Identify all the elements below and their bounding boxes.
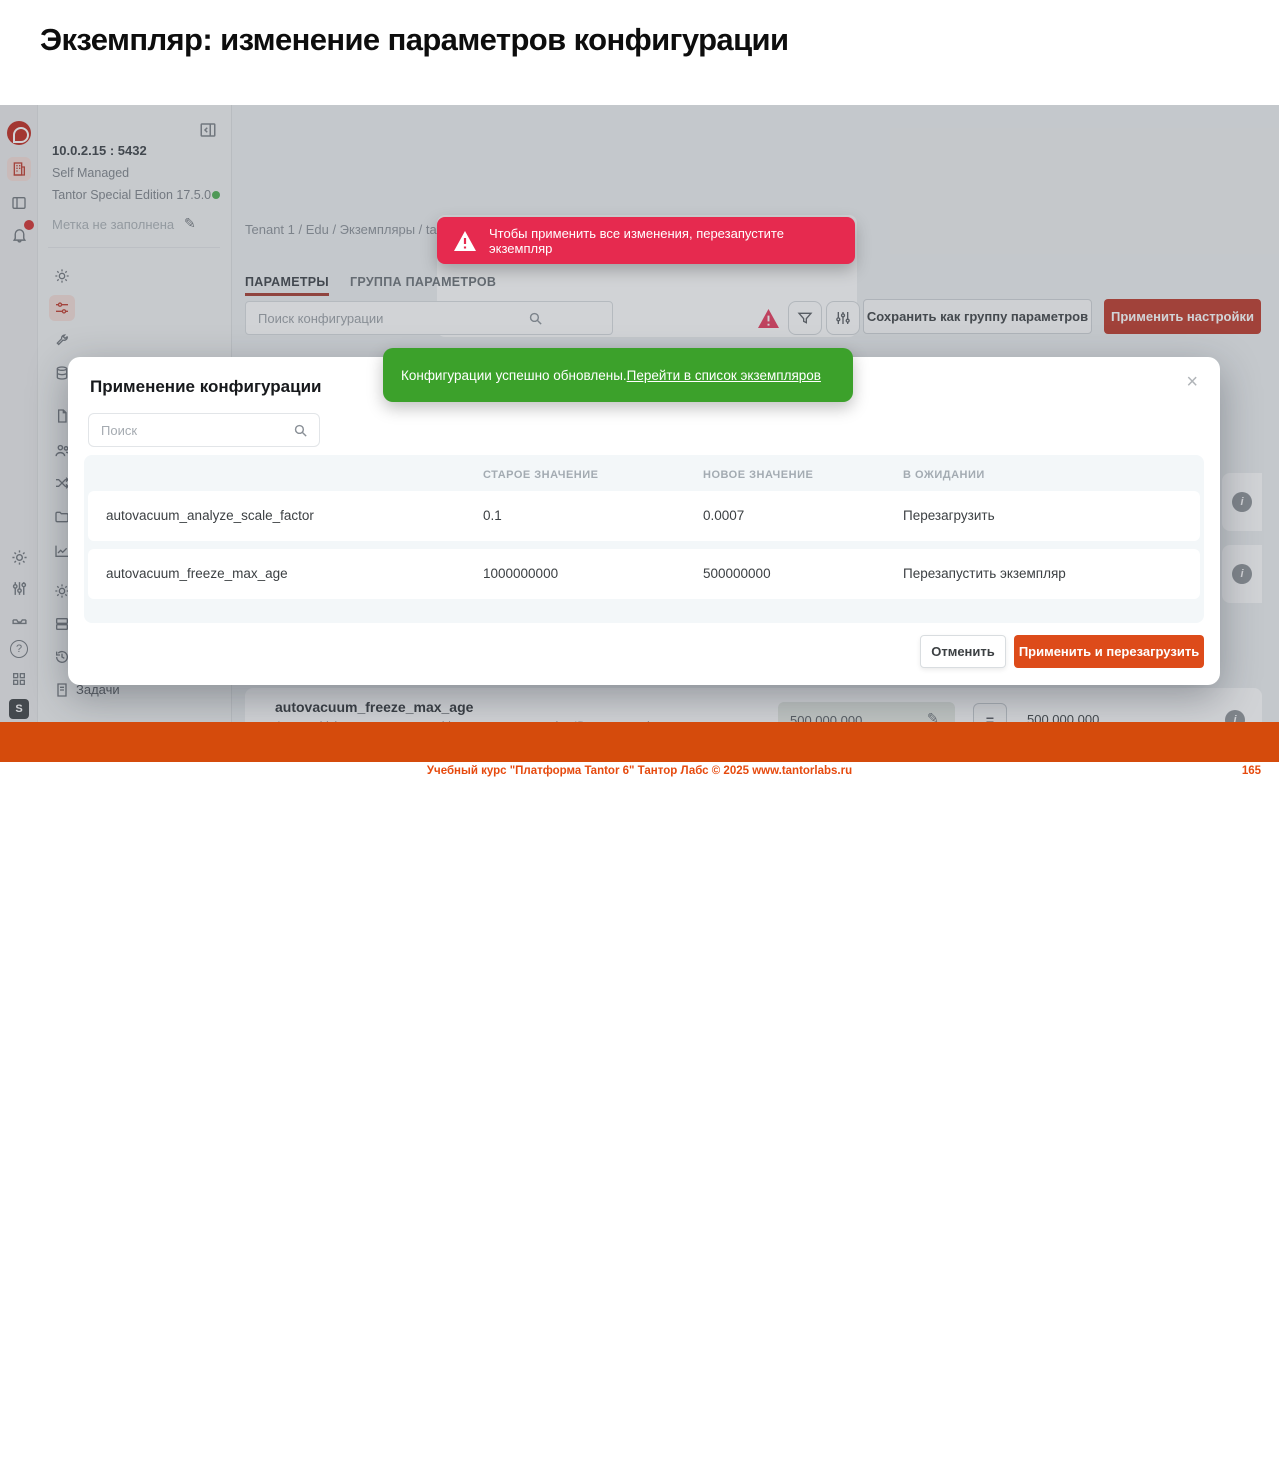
warning-toast: Чтобы применить все изменения, перезапус… — [437, 217, 855, 264]
modal-search-input[interactable] — [89, 414, 319, 446]
warning-icon — [453, 230, 477, 252]
column-header-new-value: НОВОЕ ЗНАЧЕНИЕ — [703, 469, 813, 481]
row-pending-action: Перезагрузить — [903, 508, 995, 523]
cancel-button[interactable]: Отменить — [920, 635, 1006, 668]
column-header-pending: В ОЖИДАНИИ — [903, 469, 985, 481]
success-toast-text: Конфигурации успешно обновлены. — [401, 368, 627, 383]
apply-configuration-modal: Применение конфигурации × СТАРОЕ ЗНАЧЕНИ… — [68, 357, 1220, 685]
search-icon — [292, 422, 309, 439]
page-title: Экземпляр: изменение параметров конфигур… — [40, 22, 788, 58]
warning-toast-text: Чтобы применить все изменения, перезапус… — [489, 226, 839, 256]
footer-band: tantor — [0, 722, 1279, 762]
success-toast: Конфигурации успешно обновлены. Перейти … — [383, 348, 853, 402]
table-row: autovacuum_freeze_max_age 1000000000 500… — [88, 549, 1200, 599]
row-param-name: autovacuum_freeze_max_age — [106, 566, 288, 581]
go-to-instances-link[interactable]: Перейти в список экземпляров — [627, 368, 821, 383]
row-new-value: 0.0007 — [703, 508, 744, 523]
table-row: autovacuum_analyze_scale_factor 0.1 0.00… — [88, 491, 1200, 541]
close-icon[interactable]: × — [1186, 371, 1198, 394]
apply-and-restart-button[interactable]: Применить и перезагрузить — [1014, 635, 1204, 668]
modal-table: СТАРОЕ ЗНАЧЕНИЕ НОВОЕ ЗНАЧЕНИЕ В ОЖИДАНИ… — [84, 455, 1204, 623]
row-new-value: 500000000 — [703, 566, 771, 581]
modal-title: Применение конфигурации — [90, 377, 321, 397]
app-screenshot: ? S 10.0.2.15 : 5432 Self Managed Tantor… — [0, 105, 1279, 722]
column-header-old-value: СТАРОЕ ЗНАЧЕНИЕ — [483, 469, 598, 481]
footer-course-text: Учебный курс "Платформа Tantor 6" Тантор… — [0, 765, 1279, 777]
row-pending-action: Перезапустить экземпляр — [903, 566, 1066, 581]
page-number: 165 — [1242, 765, 1261, 777]
row-param-name: autovacuum_analyze_scale_factor — [106, 508, 314, 523]
tantor-logo: tantor — [1148, 1449, 1228, 1480]
row-old-value: 1000000000 — [483, 566, 558, 581]
modal-search — [88, 413, 320, 447]
row-old-value: 0.1 — [483, 508, 502, 523]
